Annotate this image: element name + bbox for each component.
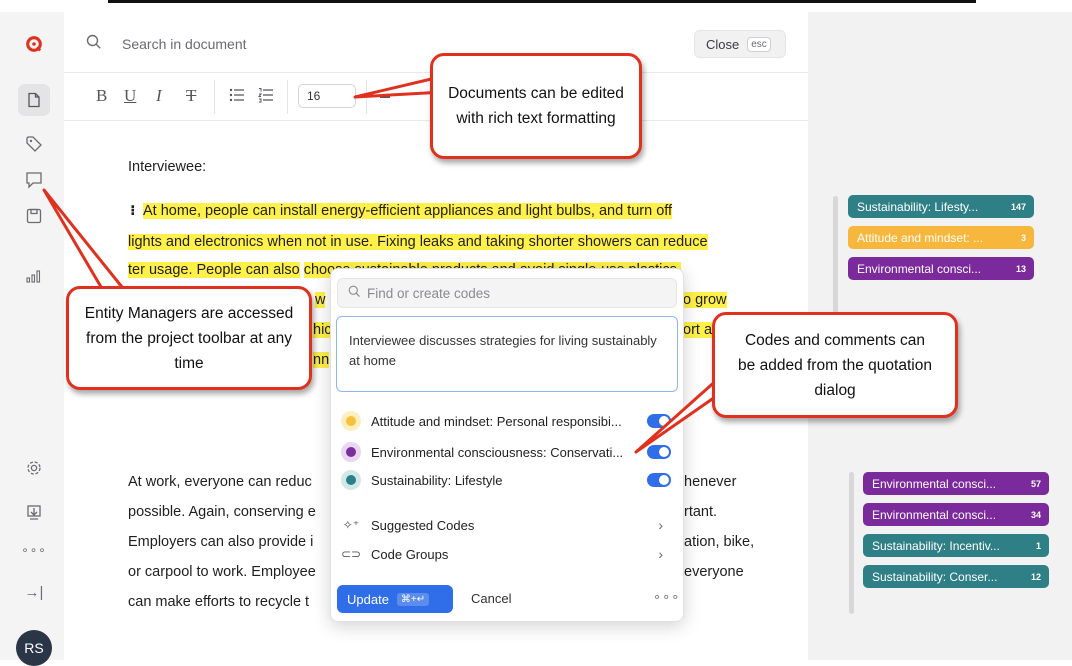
code-chip-count: 3 — [1020, 232, 1026, 243]
code-chip-count: 1 — [1035, 540, 1041, 551]
code-chip[interactable]: Environmental consci... 57 — [863, 472, 1049, 495]
callout-codes: Codes and comments can be added from the… — [712, 312, 958, 418]
code-chip-label: Sustainability: Incentiv... — [872, 538, 1000, 553]
code-chip-count: 147 — [1010, 201, 1026, 212]
code-chip[interactable]: Sustainability: Lifesty... 147 — [848, 195, 1034, 218]
callout-entity-managers: Entity Managers are accessed from the pr… — [66, 286, 312, 390]
code-chip-label: Sustainability: Lifesty... — [857, 199, 979, 214]
code-chip-count: 34 — [1030, 509, 1041, 520]
code-chip-label: Environmental consci... — [872, 476, 997, 491]
code-chip[interactable]: Sustainability: Incentiv... 1 — [863, 534, 1049, 557]
code-chip-label: Attitude and mindset: ... — [857, 230, 984, 245]
code-chip-label: Sustainability: Conser... — [872, 569, 998, 584]
callout-rich-text: Documents can be edited with rich text f… — [430, 53, 642, 159]
callout-tail — [42, 188, 128, 294]
code-chip-label: Environmental consci... — [857, 261, 982, 276]
code-chip[interactable]: Environmental consci... 34 — [863, 503, 1049, 526]
code-chip-count: 13 — [1015, 263, 1026, 274]
code-chip-label: Environmental consci... — [872, 507, 997, 522]
code-chip-count: 12 — [1030, 571, 1041, 582]
code-chip[interactable]: Sustainability: Conser... 12 — [863, 565, 1049, 588]
code-chip[interactable]: Environmental consci... 13 — [848, 257, 1034, 280]
code-chip[interactable]: Attitude and mindset: ... 3 — [848, 226, 1034, 249]
code-chip-count: 57 — [1030, 478, 1041, 489]
